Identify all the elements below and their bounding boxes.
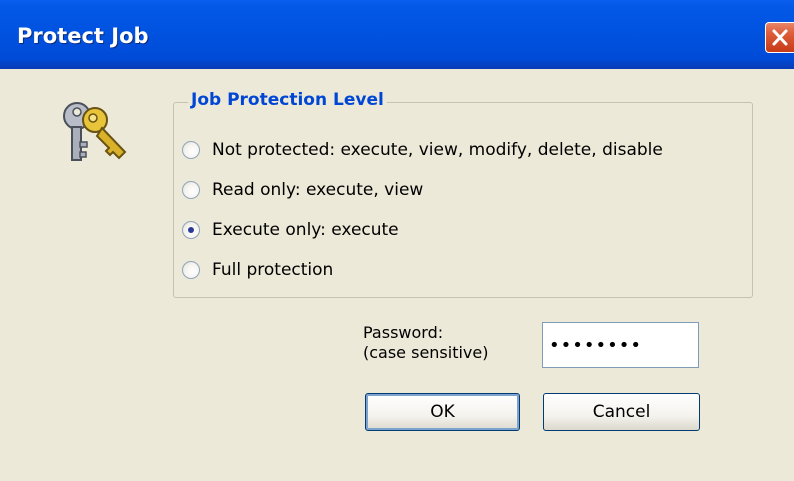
password-field[interactable] (542, 322, 699, 368)
window-title: Protect Job (17, 24, 149, 48)
group-legend: Job Protection Level (188, 89, 387, 111)
radio-label: Not protected: execute, view, modify, de… (212, 140, 663, 160)
title-bar[interactable]: Protect Job (0, 0, 794, 69)
radio-button-icon[interactable] (182, 221, 200, 239)
ok-button[interactable]: OK (365, 393, 520, 431)
cancel-button[interactable]: Cancel (543, 393, 700, 431)
radio-full-protection[interactable]: Full protection (182, 258, 682, 284)
radio-read-only[interactable]: Read only: execute, view (182, 178, 682, 204)
radio-button-icon[interactable] (182, 261, 200, 279)
radio-label: Full protection (212, 260, 334, 280)
radio-label: Execute only: execute (212, 220, 399, 240)
radio-button-icon[interactable] (182, 141, 200, 159)
password-label-line1: Password: (363, 323, 444, 342)
radio-execute-only[interactable]: Execute only: execute (182, 218, 682, 244)
radio-label: Read only: execute, view (212, 180, 424, 200)
close-button[interactable] (765, 22, 794, 53)
keys-icon (63, 102, 127, 161)
close-icon (772, 29, 788, 46)
radio-not-protected[interactable]: Not protected: execute, view, modify, de… (182, 138, 682, 164)
password-label-line2: (case sensitive) (363, 343, 489, 362)
password-label: Password: (case sensitive) (363, 323, 488, 363)
radio-selected-dot (188, 227, 194, 233)
radio-button-icon[interactable] (182, 181, 200, 199)
